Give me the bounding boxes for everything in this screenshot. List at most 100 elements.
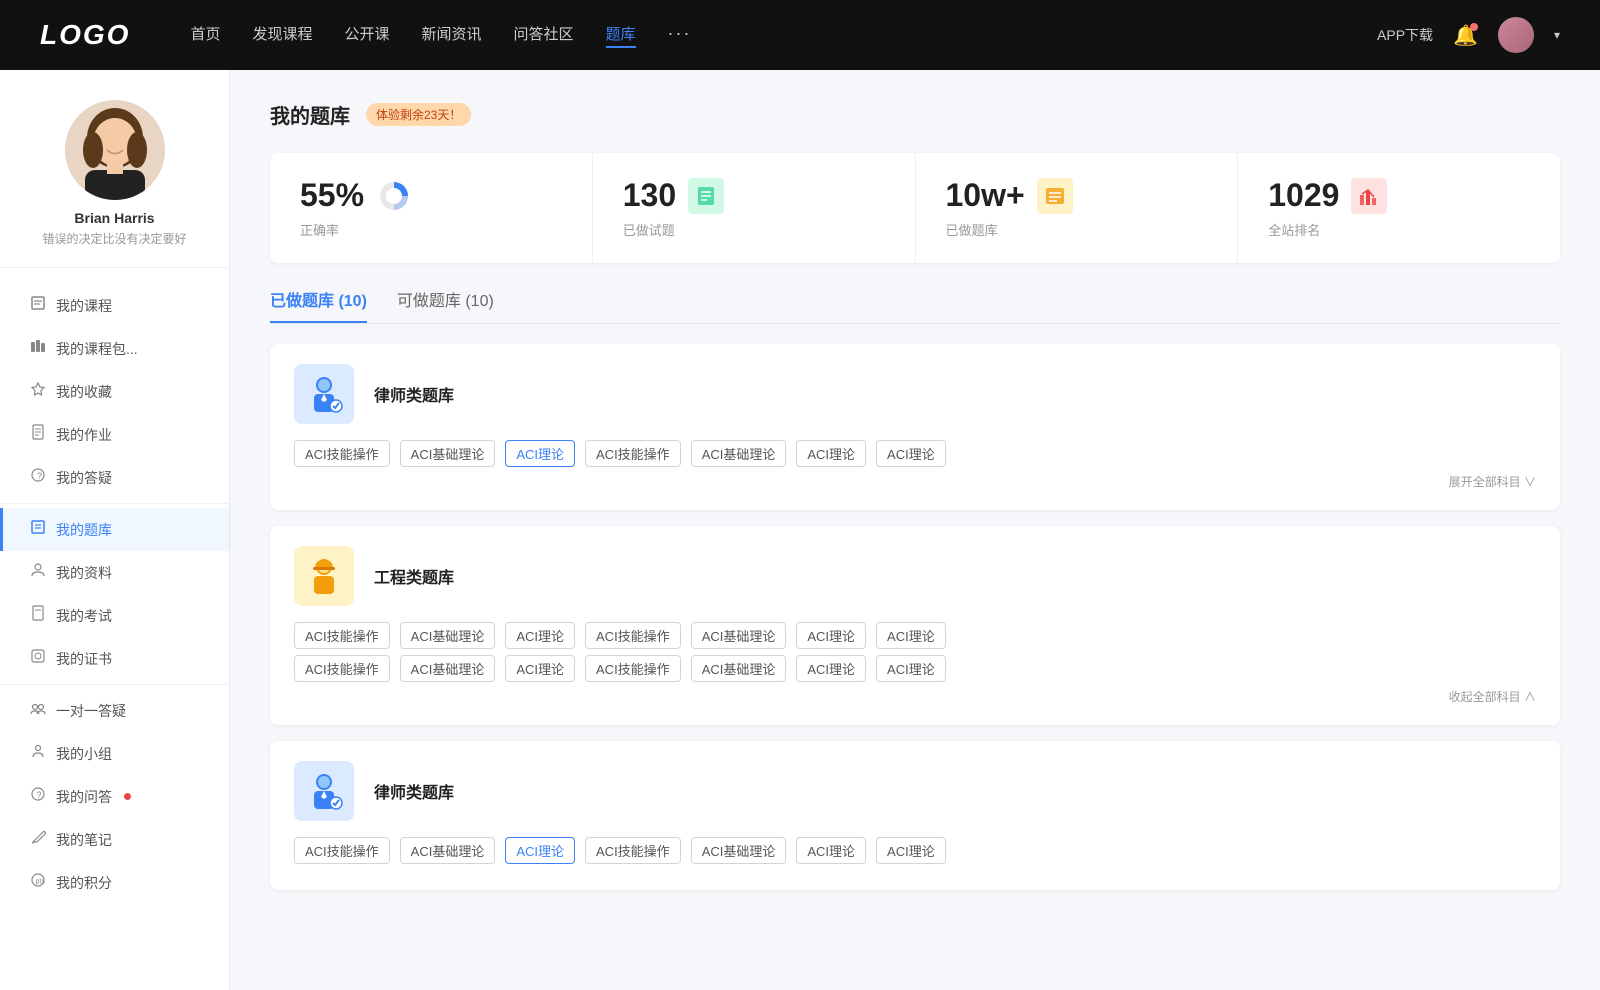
stat-done-questions: 130 已做试题 [593, 153, 916, 263]
tag-eng-0[interactable]: ACI技能操作 [294, 622, 390, 649]
sidebar-item-my-question[interactable]: ? 我的答疑 [0, 456, 229, 499]
tag-law-5[interactable]: ACI理论 [796, 440, 866, 467]
tab-available[interactable]: 可做题库 (10) [397, 287, 494, 323]
stat-done-banks: 10w+ 已做题库 [916, 153, 1239, 263]
tag-eng-4[interactable]: ACI基础理论 [691, 622, 787, 649]
qbank-law-title: 律师类题库 [374, 382, 454, 406]
course-icon [30, 295, 46, 316]
nav-open[interactable]: 公开课 [344, 23, 389, 48]
tag-law-0[interactable]: ACI技能操作 [294, 440, 390, 467]
sidebar-item-my-points[interactable]: pts 我的积分 [0, 861, 229, 904]
tag-law-3[interactable]: ACI技能操作 [585, 440, 681, 467]
tag-law2-2[interactable]: ACI理论 [505, 837, 575, 864]
sidebar-item-my-qbank[interactable]: 我的题库 [0, 508, 229, 551]
logo[interactable]: LOGO [40, 19, 130, 51]
nav-more[interactable]: ··· [668, 23, 692, 48]
nav-home[interactable]: 首页 [190, 23, 220, 48]
stat-rank-value: 1029 [1268, 177, 1339, 214]
app-download-button[interactable]: APP下载 [1377, 25, 1433, 45]
sidebar-item-my-course[interactable]: 我的课程 [0, 284, 229, 327]
tag-eng-r2-6[interactable]: ACI理论 [876, 655, 946, 682]
question-icon: ? [30, 467, 46, 488]
one-on-one-icon [30, 700, 46, 721]
qbank-law-tags: ACI技能操作 ACI基础理论 ACI理论 ACI技能操作 ACI基础理论 AC… [294, 440, 1536, 467]
stat-done-banks-value: 10w+ [946, 177, 1025, 214]
tag-eng-r2-2[interactable]: ACI理论 [505, 655, 575, 682]
tab-done[interactable]: 已做题库 (10) [270, 287, 367, 323]
layout: Brian Harris 错误的决定比没有决定要好 我的课程 我的课程包... [0, 70, 1600, 990]
tag-eng-r2-0[interactable]: ACI技能操作 [294, 655, 390, 682]
course-pack-icon [30, 338, 46, 359]
svg-text:?: ? [37, 471, 42, 481]
sidebar-item-my-answers[interactable]: ? 我的问答 [0, 775, 229, 818]
user-menu-chevron[interactable]: ▾ [1554, 28, 1560, 42]
sidebar-item-my-exam[interactable]: 我的考试 [0, 594, 229, 637]
tag-law-1[interactable]: ACI基础理论 [400, 440, 496, 467]
sidebar: Brian Harris 错误的决定比没有决定要好 我的课程 我的课程包... [0, 70, 230, 990]
sidebar-item-my-course-pack[interactable]: 我的课程包... [0, 327, 229, 370]
tag-eng-r2-5[interactable]: ACI理论 [796, 655, 866, 682]
sidebar-item-my-homework[interactable]: 我的作业 [0, 413, 229, 456]
sidebar-label-my-notes: 我的笔记 [56, 830, 112, 850]
nav-news[interactable]: 新闻资讯 [422, 23, 482, 48]
qbank-card-law: 律师类题库 ACI技能操作 ACI基础理论 ACI理论 ACI技能操作 ACI基… [270, 344, 1560, 510]
collapse-eng-link[interactable]: 收起全部科目 ∧ [294, 688, 1536, 705]
tag-eng-r2-1[interactable]: ACI基础理论 [400, 655, 496, 682]
sidebar-label-my-homework: 我的作业 [56, 425, 112, 445]
nav-qbank[interactable]: 题库 [606, 23, 636, 48]
tag-eng-2[interactable]: ACI理论 [505, 622, 575, 649]
qbank-card-law2: 律师类题库 ACI技能操作 ACI基础理论 ACI理论 ACI技能操作 ACI基… [270, 741, 1560, 890]
tag-law-6[interactable]: ACI理论 [876, 440, 946, 467]
qbank-icon [30, 519, 46, 540]
tag-law2-0[interactable]: ACI技能操作 [294, 837, 390, 864]
sidebar-item-my-notes[interactable]: 我的笔记 [0, 818, 229, 861]
tag-law-2[interactable]: ACI理论 [505, 440, 575, 467]
tag-eng-3[interactable]: ACI技能操作 [585, 622, 681, 649]
svg-text:pts: pts [36, 879, 46, 886]
tag-law2-6[interactable]: ACI理论 [876, 837, 946, 864]
nav-qa[interactable]: 问答社区 [514, 23, 574, 48]
stat-accuracy-value: 55% [300, 177, 364, 214]
stat-done-questions-value: 130 [623, 177, 676, 214]
sidebar-profile: Brian Harris 错误的决定比没有决定要好 [0, 100, 229, 268]
sidebar-label-my-course: 我的课程 [56, 296, 112, 316]
trial-badge: 体验剩余23天！ [366, 103, 471, 126]
done-banks-icon [1037, 178, 1073, 214]
sidebar-divider-2 [0, 684, 229, 685]
notification-bell[interactable]: 🔔 [1453, 23, 1478, 48]
sidebar-item-one-on-one[interactable]: 一对一答疑 [0, 689, 229, 732]
navbar: LOGO 首页 发现课程 公开课 新闻资讯 问答社区 题库 ··· APP下载 … [0, 0, 1600, 70]
sidebar-label-my-group: 我的小组 [56, 744, 112, 764]
tag-law2-4[interactable]: ACI基础理论 [691, 837, 787, 864]
nav-discover[interactable]: 发现课程 [252, 23, 312, 48]
sidebar-label-my-exam: 我的考试 [56, 606, 112, 626]
user-avatar[interactable] [1498, 17, 1534, 53]
stat-rank: 1029 全站排名 [1238, 153, 1560, 263]
tag-eng-r2-3[interactable]: ACI技能操作 [585, 655, 681, 682]
tag-eng-5[interactable]: ACI理论 [796, 622, 866, 649]
tag-law-4[interactable]: ACI基础理论 [691, 440, 787, 467]
tag-eng-6[interactable]: ACI理论 [876, 622, 946, 649]
sidebar-label-my-points: 我的积分 [56, 873, 112, 893]
stat-rank-top: 1029 [1268, 177, 1530, 214]
sidebar-item-my-favorite[interactable]: 我的收藏 [0, 370, 229, 413]
main-content: 我的题库 体验剩余23天！ 55% 正确 [230, 70, 1600, 990]
avatar-image [65, 100, 165, 200]
cert-icon [30, 648, 46, 669]
tag-law2-5[interactable]: ACI理论 [796, 837, 866, 864]
sidebar-item-my-info[interactable]: 我的资料 [0, 551, 229, 594]
tag-law2-1[interactable]: ACI基础理论 [400, 837, 496, 864]
stat-done-questions-top: 130 [623, 177, 885, 214]
expand-law-link[interactable]: 展开全部科目 ∨ [294, 473, 1536, 490]
profile-name: Brian Harris [74, 210, 154, 226]
qbank-law2-icon [294, 761, 354, 821]
svg-text:?: ? [37, 790, 42, 800]
sidebar-item-my-cert[interactable]: 我的证书 [0, 637, 229, 680]
sidebar-item-my-group[interactable]: 我的小组 [0, 732, 229, 775]
sidebar-label-my-cert: 我的证书 [56, 649, 112, 669]
nav-right: APP下载 🔔 ▾ [1377, 17, 1560, 53]
tag-eng-1[interactable]: ACI基础理论 [400, 622, 496, 649]
qbank-card-eng-header: 工程类题库 [294, 546, 1536, 606]
tag-eng-r2-4[interactable]: ACI基础理论 [691, 655, 787, 682]
tag-law2-3[interactable]: ACI技能操作 [585, 837, 681, 864]
